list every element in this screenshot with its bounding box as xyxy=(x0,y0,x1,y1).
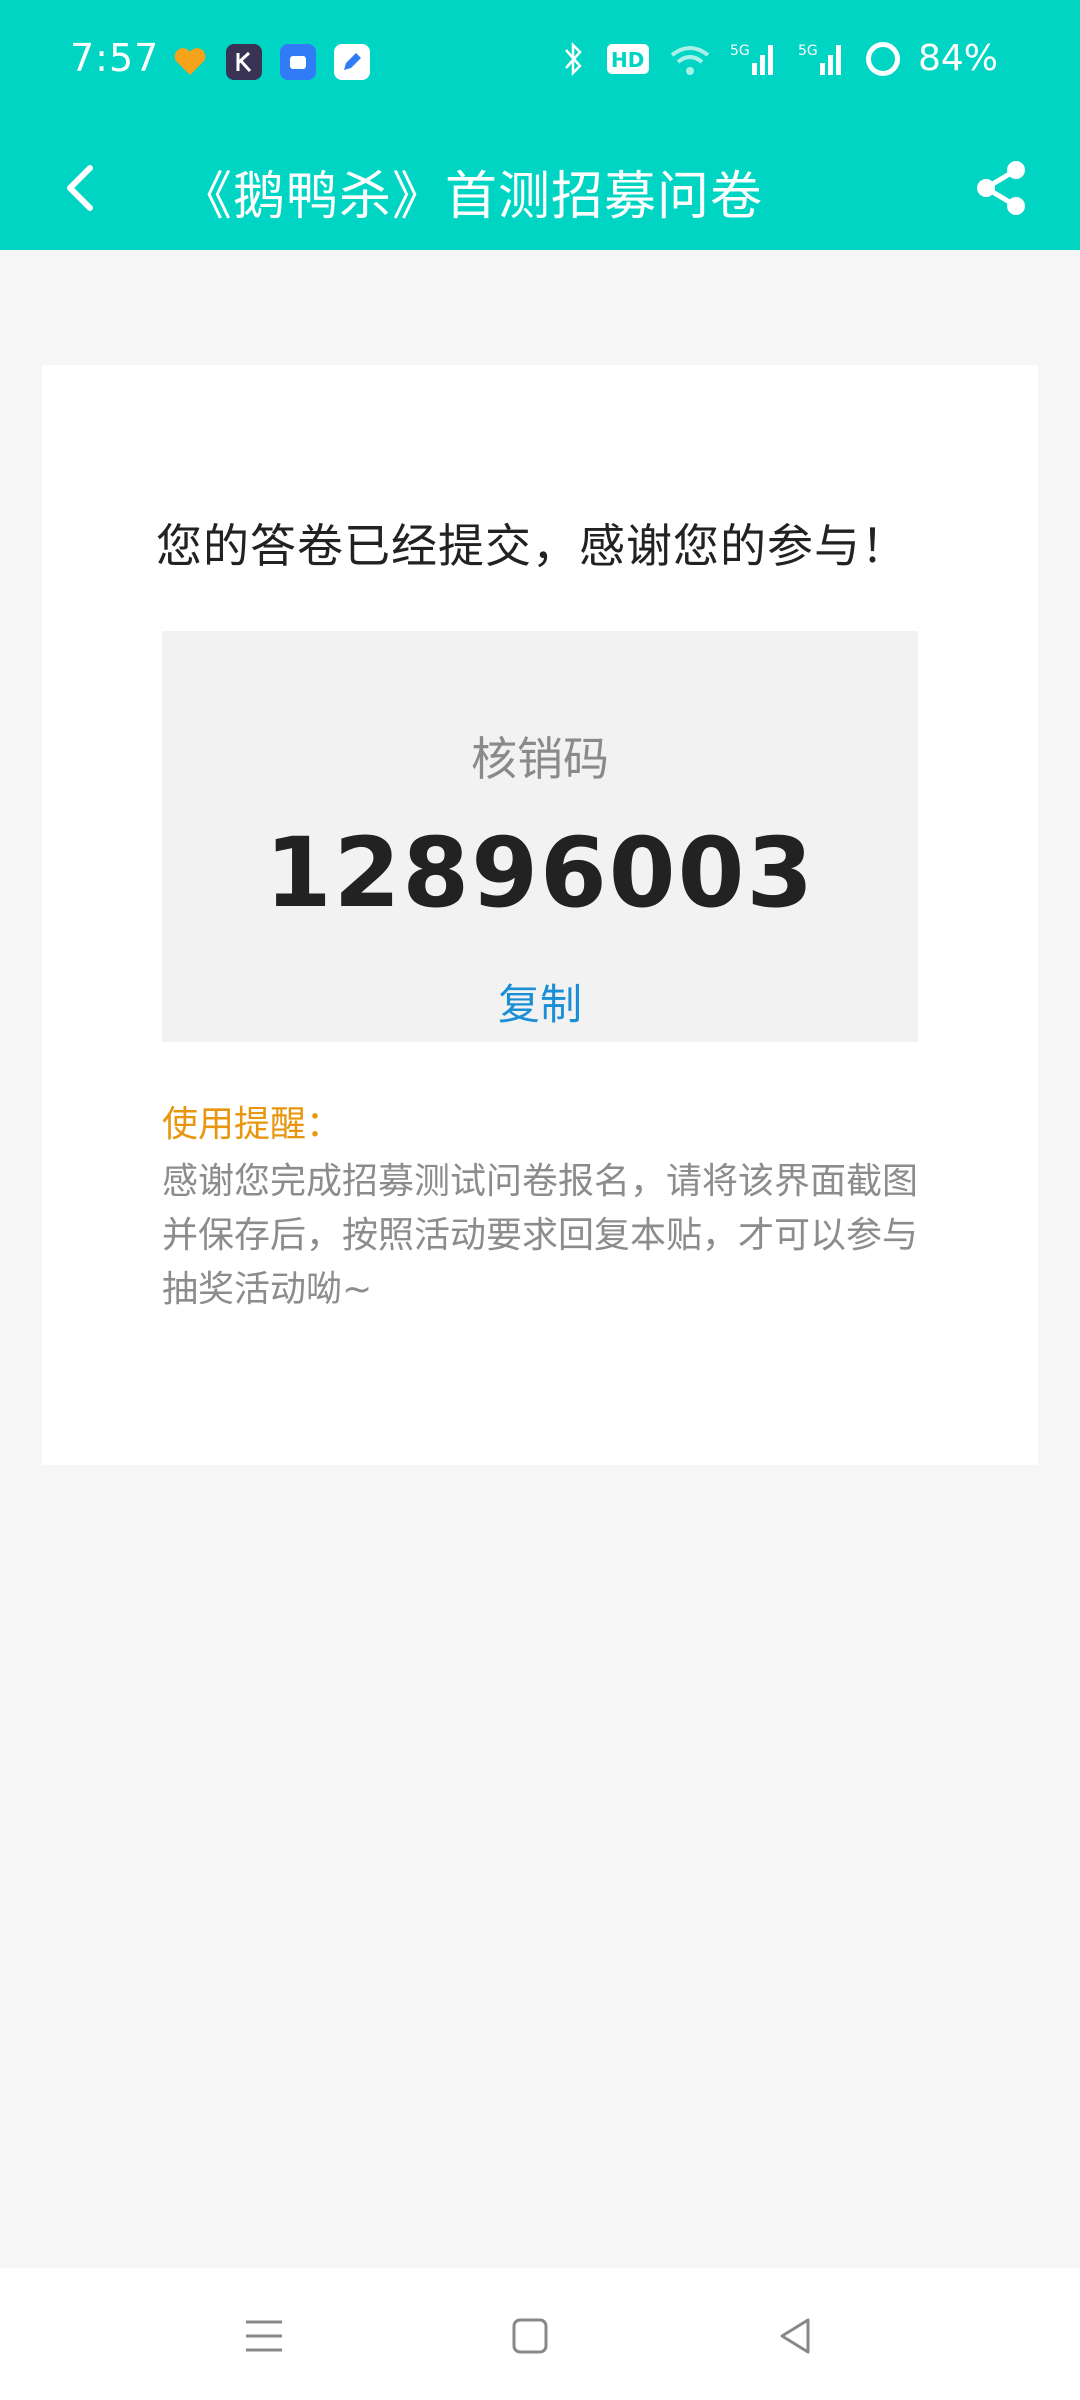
code-box: 核销码 12896003 复制 xyxy=(162,631,918,1042)
reminder-title: 使用提醒： xyxy=(162,1104,343,1145)
chevron-left-icon xyxy=(67,165,93,211)
copy-button[interactable]: 复制 xyxy=(162,971,918,1032)
battery-percent: 84% xyxy=(917,38,998,79)
code-value: 12896003 xyxy=(264,817,816,929)
menu-icon xyxy=(246,2320,282,2352)
k-app-icon xyxy=(226,44,262,80)
hd-icon: HD xyxy=(606,43,649,74)
heart-app-icon xyxy=(172,44,208,80)
system-nav-bar xyxy=(0,2268,1080,2400)
share-icon xyxy=(977,161,1025,215)
status-time: 7:57 xyxy=(70,36,160,80)
svg-text:HD: HD xyxy=(611,48,644,72)
pen-app-icon xyxy=(334,44,370,80)
page-title: 《鹅鸭杀》首测招募问卷 xyxy=(180,167,764,227)
share-button[interactable] xyxy=(966,152,1036,222)
svg-text:5G: 5G xyxy=(798,43,818,59)
signal-5g-icon: 5G xyxy=(730,43,773,75)
code-label: 核销码 xyxy=(471,732,609,786)
status-right: HD 5G 5G 84% xyxy=(558,38,998,79)
status-bar: 7:57 HD 5G 5G 84% xyxy=(0,0,1080,124)
blue-app-icon xyxy=(280,44,316,80)
result-card: 您的答卷已经提交，感谢您的参与！ 核销码 12896003 复制 使用提醒： 感… xyxy=(42,365,1038,1465)
back-button[interactable] xyxy=(48,152,118,222)
reminder-body: 感谢您完成招募测试问卷报名，请将该界面截图并保存后，按照活动要求回复本贴，才可以… xyxy=(162,1161,919,1310)
menu-nav-button[interactable] xyxy=(236,2308,292,2364)
svg-text:5G: 5G xyxy=(730,43,750,59)
wifi-icon xyxy=(670,45,710,75)
battery-ring-icon xyxy=(865,41,900,76)
home-square-icon xyxy=(512,2318,548,2354)
home-nav-button[interactable] xyxy=(502,2308,558,2364)
back-triangle-icon xyxy=(780,2318,810,2354)
app-bar: 《鹅鸭杀》首测招募问卷 xyxy=(0,124,1080,250)
bluetooth-icon xyxy=(565,41,582,76)
back-nav-button[interactable] xyxy=(768,2308,824,2364)
submit-headline: 您的答卷已经提交，感谢您的参与！ xyxy=(156,519,908,573)
signal-5g-icon: 5G xyxy=(798,43,841,75)
status-app-icons xyxy=(172,44,370,80)
